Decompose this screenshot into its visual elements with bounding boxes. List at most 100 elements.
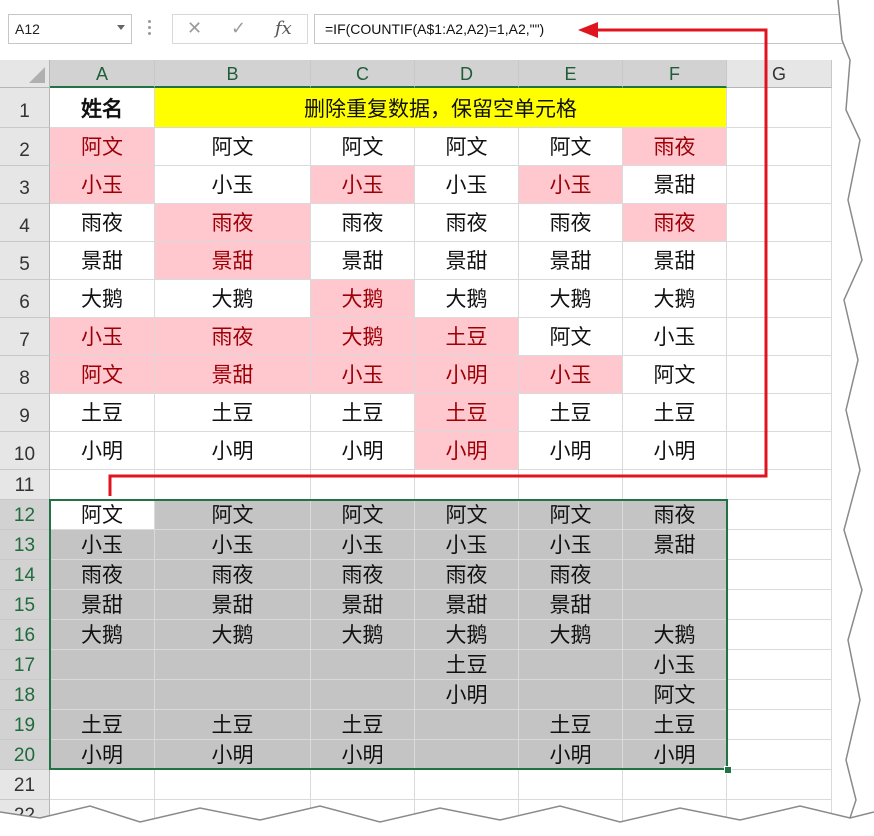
row-header-3[interactable]: 3 <box>0 166 50 204</box>
cell-c9[interactable]: 土豆 <box>311 394 415 432</box>
cell-c17[interactable] <box>311 650 415 680</box>
row-header-11[interactable]: 11 <box>0 470 50 500</box>
cell-g19[interactable] <box>727 710 832 740</box>
cell-e4[interactable]: 雨夜 <box>519 204 623 242</box>
cell-c15[interactable]: 景甜 <box>311 590 415 620</box>
row-header-8[interactable]: 8 <box>0 356 50 394</box>
cell-a2[interactable]: 阿文 <box>50 128 155 166</box>
cell-a17[interactable] <box>50 650 155 680</box>
cell-g10[interactable] <box>727 432 832 470</box>
cell-a12[interactable]: 阿文 <box>50 500 155 530</box>
cell-d13[interactable]: 小玉 <box>415 530 519 560</box>
cell-b4[interactable]: 雨夜 <box>155 204 311 242</box>
cell-e10[interactable]: 小明 <box>519 432 623 470</box>
cell-e7[interactable]: 阿文 <box>519 318 623 356</box>
cell-b12[interactable]: 阿文 <box>155 500 311 530</box>
chevron-down-icon[interactable] <box>117 25 125 30</box>
cell-g5[interactable] <box>727 242 832 280</box>
cell-e15[interactable]: 景甜 <box>519 590 623 620</box>
row-header-6[interactable]: 6 <box>0 280 50 318</box>
cell-d16[interactable]: 大鹅 <box>415 620 519 650</box>
cell-b9[interactable]: 土豆 <box>155 394 311 432</box>
cell-e19[interactable]: 土豆 <box>519 710 623 740</box>
cell-f22[interactable] <box>623 800 727 830</box>
cell-b17[interactable] <box>155 650 311 680</box>
cell-b18[interactable] <box>155 680 311 710</box>
formula-input[interactable]: =IF(COUNTIF(A$1:A2,A2)=1,A2,"") <box>314 14 862 44</box>
cell-g20[interactable] <box>727 740 832 770</box>
row-header-4[interactable]: 4 <box>0 204 50 242</box>
cell-d6[interactable]: 大鹅 <box>415 280 519 318</box>
row-header-20[interactable]: 20 <box>0 740 50 770</box>
cell-c22[interactable] <box>311 800 415 830</box>
cell-f17[interactable]: 小玉 <box>623 650 727 680</box>
function-icon[interactable]: fx <box>275 18 292 39</box>
cell-g18[interactable] <box>727 680 832 710</box>
cell-f8[interactable]: 阿文 <box>623 356 727 394</box>
cell-b22[interactable] <box>155 800 311 830</box>
cell-c3[interactable]: 小玉 <box>311 166 415 204</box>
cell-e17[interactable] <box>519 650 623 680</box>
cell-a9[interactable]: 土豆 <box>50 394 155 432</box>
row-header-13[interactable]: 13 <box>0 530 50 560</box>
cell-f4[interactable]: 雨夜 <box>623 204 727 242</box>
cell-d10[interactable]: 小明 <box>415 432 519 470</box>
cell-e16[interactable]: 大鹅 <box>519 620 623 650</box>
cell-c14[interactable]: 雨夜 <box>311 560 415 590</box>
check-icon[interactable]: ✓ <box>231 18 246 39</box>
row-header-10[interactable]: 10 <box>0 432 50 470</box>
cell-c10[interactable]: 小明 <box>311 432 415 470</box>
row-header-14[interactable]: 14 <box>0 560 50 590</box>
column-header-a[interactable]: A <box>50 60 155 88</box>
cell-c2[interactable]: 阿文 <box>311 128 415 166</box>
cell-f13[interactable]: 景甜 <box>623 530 727 560</box>
cell-e14[interactable]: 雨夜 <box>519 560 623 590</box>
cell-b16[interactable]: 大鹅 <box>155 620 311 650</box>
cell-d17[interactable]: 土豆 <box>415 650 519 680</box>
cell-e20[interactable]: 小明 <box>519 740 623 770</box>
cell-b2[interactable]: 阿文 <box>155 128 311 166</box>
cell-e21[interactable] <box>519 770 623 800</box>
cell-e9[interactable]: 土豆 <box>519 394 623 432</box>
cell-g21[interactable] <box>727 770 832 800</box>
column-header-f[interactable]: F <box>623 60 727 88</box>
cell-g7[interactable] <box>727 318 832 356</box>
cell-f18[interactable]: 阿文 <box>623 680 727 710</box>
cell-g14[interactable] <box>727 560 832 590</box>
cell-a14[interactable]: 雨夜 <box>50 560 155 590</box>
cell-a7[interactable]: 小玉 <box>50 318 155 356</box>
cell-a11[interactable] <box>50 470 155 500</box>
cell-a15[interactable]: 景甜 <box>50 590 155 620</box>
row-header-21[interactable]: 21 <box>0 770 50 800</box>
cell-d14[interactable]: 雨夜 <box>415 560 519 590</box>
cell-d21[interactable] <box>415 770 519 800</box>
cell-g16[interactable] <box>727 620 832 650</box>
cell-c20[interactable]: 小明 <box>311 740 415 770</box>
cell-g2[interactable] <box>727 128 832 166</box>
cell-c16[interactable]: 大鹅 <box>311 620 415 650</box>
cell-b8[interactable]: 景甜 <box>155 356 311 394</box>
cancel-icon[interactable]: ✕ <box>187 18 202 39</box>
cell-g15[interactable] <box>727 590 832 620</box>
cell-a1[interactable]: 姓名 <box>50 88 155 128</box>
cell-g12[interactable] <box>727 500 832 530</box>
cell-c6[interactable]: 大鹅 <box>311 280 415 318</box>
cell-a5[interactable]: 景甜 <box>50 242 155 280</box>
cell-c21[interactable] <box>311 770 415 800</box>
cell-g13[interactable] <box>727 530 832 560</box>
cell-e2[interactable]: 阿文 <box>519 128 623 166</box>
cell-f21[interactable] <box>623 770 727 800</box>
cell-b10[interactable]: 小明 <box>155 432 311 470</box>
cell-a3[interactable]: 小玉 <box>50 166 155 204</box>
cell-g9[interactable] <box>727 394 832 432</box>
row-header-17[interactable]: 17 <box>0 650 50 680</box>
cell-b19[interactable]: 土豆 <box>155 710 311 740</box>
cell-e5[interactable]: 景甜 <box>519 242 623 280</box>
cell-e13[interactable]: 小玉 <box>519 530 623 560</box>
cell-d4[interactable]: 雨夜 <box>415 204 519 242</box>
cell-g3[interactable] <box>727 166 832 204</box>
cell-d7[interactable]: 土豆 <box>415 318 519 356</box>
select-all-button[interactable] <box>0 60 50 88</box>
cell-g8[interactable] <box>727 356 832 394</box>
cell-f20[interactable]: 小明 <box>623 740 727 770</box>
